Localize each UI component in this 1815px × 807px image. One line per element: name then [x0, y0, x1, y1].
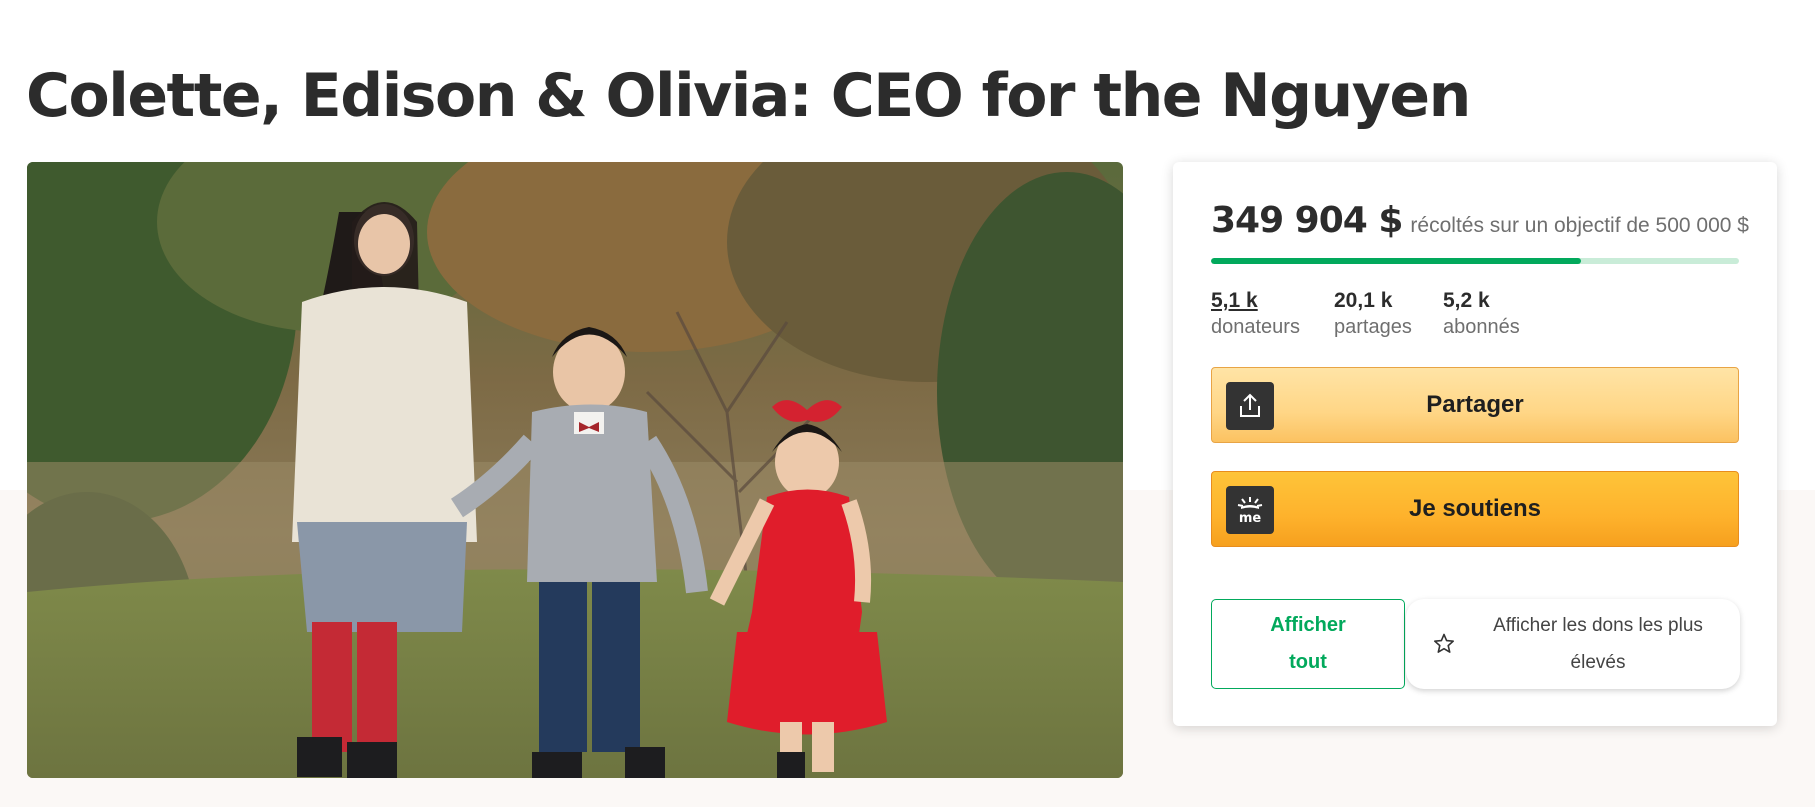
stat-donors-label: donateurs — [1211, 316, 1300, 338]
stat-donors[interactable]: 5,1 k donateurs — [1211, 288, 1300, 340]
share-button-label: Partager — [1426, 391, 1524, 418]
campaign-title: Colette, Edison & Olivia: CEO for the Ng… — [26, 61, 1471, 131]
stat-shares: 20,1 k partages — [1334, 288, 1412, 340]
raised-summary: 349 904 $ récoltés sur un objectif de 50… — [1211, 200, 1749, 241]
stat-followers-value: 5,2 k — [1443, 289, 1490, 312]
goal-text: récoltés sur un objectif de 500 000 $ — [1410, 214, 1749, 237]
stat-shares-label: partages — [1334, 316, 1412, 338]
stat-donors-value[interactable]: 5,1 k — [1211, 288, 1300, 314]
donation-card: 349 904 $ récoltés sur un objectif de 50… — [1173, 162, 1777, 726]
progress-bar — [1211, 258, 1739, 264]
raised-amount: 349 904 $ — [1211, 200, 1403, 241]
see-all-donations-button[interactable]: Afficher tout — [1211, 599, 1405, 689]
star-outline-icon — [1434, 633, 1454, 653]
stat-followers: 5,2 k abonnés — [1443, 288, 1520, 340]
progress-bar-fill — [1211, 258, 1581, 264]
campaign-hero-image — [27, 162, 1123, 778]
top-donations-button[interactable]: Afficher les dons les plus élevés — [1406, 599, 1740, 689]
stat-followers-label: abonnés — [1443, 316, 1520, 338]
share-button[interactable]: Partager — [1211, 367, 1739, 443]
donate-button[interactable]: me Je soutiens — [1211, 471, 1739, 547]
stat-shares-value: 20,1 k — [1334, 289, 1393, 312]
see-all-label: Afficher tout — [1270, 614, 1346, 673]
donate-button-label: Je soutiens — [1408, 495, 1542, 522]
top-donations-label: Afficher les dons les plus élevés — [1493, 615, 1703, 673]
